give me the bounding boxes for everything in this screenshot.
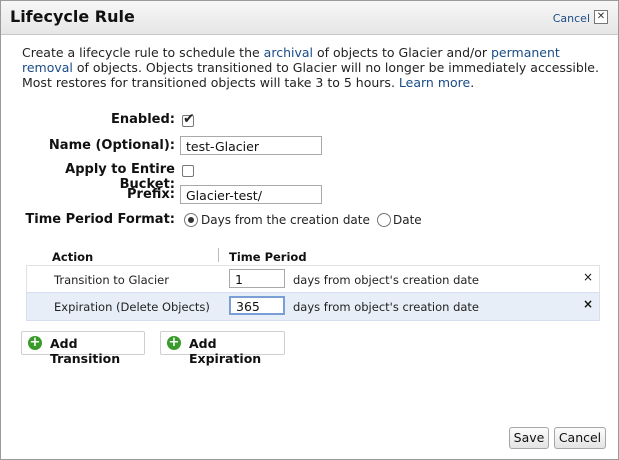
row-action-label: Transition to Glacier bbox=[54, 273, 169, 287]
plus-icon: + bbox=[28, 335, 42, 350]
radio-date[interactable] bbox=[377, 213, 391, 227]
row-suffix-label: days from object's creation date bbox=[293, 273, 479, 287]
save-button[interactable]: Save bbox=[509, 427, 549, 449]
time-period-format-label: Time Period Format: bbox=[25, 212, 175, 227]
lifecycle-rule-dialog: Lifecycle Rule Cancel ✕ Create a lifecyc… bbox=[0, 0, 619, 460]
learn-more-link[interactable]: Learn more bbox=[399, 75, 470, 90]
archival-link[interactable]: archival bbox=[264, 45, 313, 60]
radio-selected-dot bbox=[188, 217, 194, 223]
intro-text-part: Create a lifecycle rule to schedule the bbox=[22, 45, 264, 60]
titlebar-cancel-link[interactable]: Cancel bbox=[553, 12, 590, 25]
table-header-action: Action bbox=[52, 250, 94, 264]
add-expiration-label: Add Expiration bbox=[189, 336, 262, 366]
intro-text: Create a lifecycle rule to schedule the … bbox=[22, 45, 602, 90]
add-transition-button[interactable]: + Add Transition bbox=[21, 331, 145, 366]
add-transition-label: Add Transition bbox=[50, 336, 121, 366]
plus-icon: + bbox=[167, 335, 181, 350]
name-input[interactable]: test-Glacier bbox=[180, 136, 322, 155]
expiration-days-input[interactable]: 365 bbox=[229, 296, 285, 315]
intro-text-part: of objects. Objects transitioned to Glac… bbox=[22, 60, 599, 90]
table-row: Expiration (Delete Objects) 365 days fro… bbox=[26, 292, 600, 321]
add-expiration-button[interactable]: + Add Expiration bbox=[160, 331, 285, 366]
row-action-label: Expiration (Delete Objects) bbox=[54, 300, 210, 314]
radio-days-from-creation[interactable] bbox=[184, 213, 198, 227]
cancel-button[interactable]: Cancel bbox=[554, 427, 606, 449]
enabled-label: Enabled: bbox=[111, 112, 175, 127]
checkmark-icon: ✔ bbox=[183, 111, 195, 127]
dialog-titlebar: Lifecycle Rule Cancel ✕ bbox=[1, 1, 618, 35]
close-icon[interactable]: ✕ bbox=[594, 10, 608, 24]
intro-text-part: of objects to Glacier and/or bbox=[313, 45, 491, 60]
prefix-input[interactable]: Glacier-test/ bbox=[180, 185, 322, 204]
radio-date-label[interactable]: Date bbox=[393, 213, 422, 227]
apply-entire-bucket-checkbox[interactable] bbox=[182, 165, 194, 177]
intro-text-part: . bbox=[470, 75, 475, 90]
table-row: Transition to Glacier 1 days from object… bbox=[26, 265, 600, 294]
transition-days-input[interactable]: 1 bbox=[229, 269, 285, 288]
table-header-divider bbox=[218, 248, 219, 262]
name-label: Name (Optional): bbox=[48, 138, 175, 153]
radio-days-label[interactable]: Days from the creation date bbox=[201, 213, 370, 227]
prefix-label: Prefix: bbox=[127, 187, 175, 202]
table-header-time-period: Time Period bbox=[229, 250, 307, 264]
remove-transition-icon[interactable]: × bbox=[583, 270, 593, 284]
enabled-checkbox[interactable]: ✔ bbox=[182, 111, 195, 127]
row-suffix-label: days from object's creation date bbox=[293, 300, 479, 314]
remove-expiration-icon[interactable]: × bbox=[583, 297, 593, 311]
dialog-title: Lifecycle Rule bbox=[10, 7, 135, 26]
